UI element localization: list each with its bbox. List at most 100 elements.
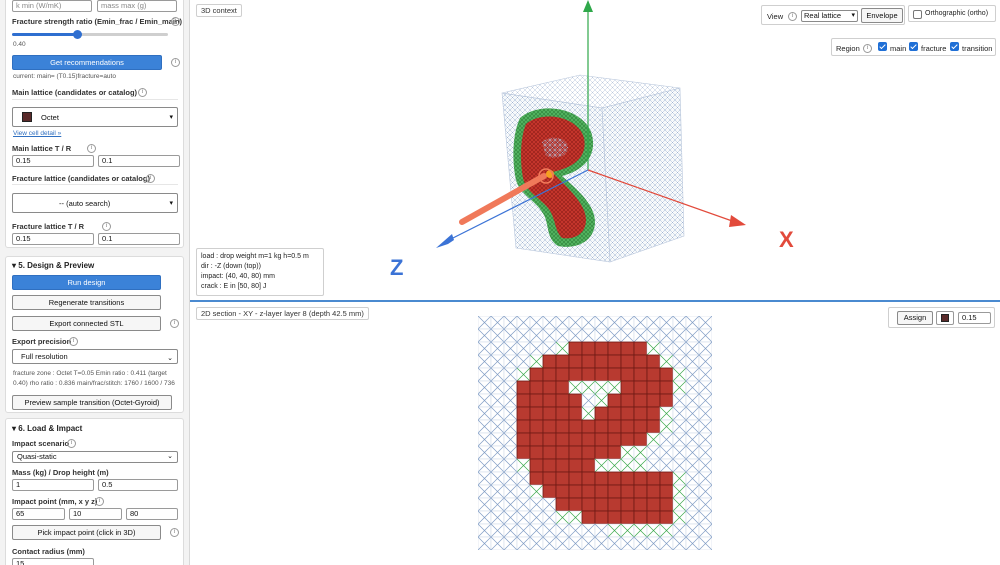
cell-fracture[interactable]	[594, 341, 609, 356]
cell-main[interactable]	[516, 328, 531, 343]
cell-fracture[interactable]	[607, 510, 622, 525]
cell-fracture[interactable]	[607, 484, 622, 499]
cell-fracture[interactable]	[607, 419, 622, 434]
cell-main[interactable]	[685, 328, 700, 343]
info-icon[interactable]: i	[171, 58, 180, 67]
cell-fracture[interactable]	[568, 497, 583, 512]
cell-main[interactable]	[607, 328, 622, 343]
cell-fracture[interactable]	[607, 341, 622, 356]
cell-main[interactable]	[620, 328, 635, 343]
cell-fracture[interactable]	[594, 354, 609, 369]
cell-main[interactable]	[698, 471, 712, 486]
cell-fracture[interactable]	[516, 406, 531, 421]
cell-fracture[interactable]	[594, 406, 609, 421]
cell-main[interactable]	[529, 316, 544, 330]
drop-height-input[interactable]: 0.5	[98, 479, 178, 491]
cell-fracture[interactable]	[555, 380, 570, 395]
cell-fracture[interactable]	[594, 419, 609, 434]
cell-fracture[interactable]	[568, 445, 583, 460]
region-fracture-checkbox[interactable]	[909, 42, 918, 51]
cell-fracture[interactable]	[620, 510, 635, 525]
cell-fracture[interactable]	[607, 497, 622, 512]
cell-main[interactable]	[646, 445, 661, 460]
cell-main[interactable]	[672, 406, 687, 421]
info-icon[interactable]: i	[87, 144, 96, 153]
cell-fracture[interactable]	[529, 367, 544, 382]
impact-scenario-select[interactable]: Quasi-static ⌄	[12, 451, 178, 463]
cell-transition[interactable]	[568, 510, 583, 525]
cell-fracture[interactable]	[659, 380, 674, 395]
cell-main[interactable]	[529, 536, 544, 550]
cell-main[interactable]	[698, 367, 712, 382]
cell-fracture[interactable]	[555, 458, 570, 473]
cell-fracture[interactable]	[555, 406, 570, 421]
cell-main[interactable]	[503, 471, 518, 486]
cell-main[interactable]	[672, 523, 687, 538]
cell-main[interactable]	[478, 432, 492, 447]
cell-fracture[interactable]	[529, 432, 544, 447]
cell-main[interactable]	[672, 341, 687, 356]
cell-fracture[interactable]	[516, 432, 531, 447]
cell-fracture[interactable]	[581, 341, 596, 356]
cell-main[interactable]	[698, 341, 712, 356]
cell-fracture[interactable]	[646, 471, 661, 486]
info-icon[interactable]: i	[67, 439, 76, 448]
cell-fracture[interactable]	[594, 367, 609, 382]
view-cell-detail-link[interactable]: View cell detail »	[13, 130, 61, 137]
cell-main[interactable]	[620, 536, 635, 550]
view-mode-select[interactable]: Real lattice ▾	[801, 10, 858, 22]
cell-main[interactable]	[555, 523, 570, 538]
cell-main[interactable]	[529, 510, 544, 525]
cell-main[interactable]	[503, 497, 518, 512]
cell-fracture[interactable]	[633, 510, 648, 525]
cell-main[interactable]	[516, 471, 531, 486]
cell-fracture[interactable]	[620, 393, 635, 408]
cell-fracture[interactable]	[594, 432, 609, 447]
cell-main[interactable]	[478, 536, 492, 550]
cell-transition[interactable]	[672, 471, 687, 486]
cell-main[interactable]	[685, 393, 700, 408]
cell-fracture[interactable]	[555, 432, 570, 447]
cell-transition[interactable]	[594, 380, 609, 395]
cell-main[interactable]	[516, 354, 531, 369]
cell-main[interactable]	[516, 510, 531, 525]
cell-main[interactable]	[698, 484, 712, 499]
mass-max-input[interactable]: mass max (g)	[97, 0, 177, 12]
cell-main[interactable]	[503, 316, 518, 330]
cell-main[interactable]	[685, 419, 700, 434]
cell-transition[interactable]	[659, 523, 674, 538]
cell-main[interactable]	[503, 458, 518, 473]
cell-main[interactable]	[503, 419, 518, 434]
cell-main[interactable]	[568, 316, 583, 330]
cell-fracture[interactable]	[568, 406, 583, 421]
impact-z-input[interactable]: 80	[126, 508, 178, 520]
cell-fracture[interactable]	[581, 445, 596, 460]
cell-fracture[interactable]	[516, 393, 531, 408]
cell-main[interactable]	[685, 497, 700, 512]
cell-main[interactable]	[581, 316, 596, 330]
cell-fracture[interactable]	[646, 380, 661, 395]
cell-main[interactable]	[503, 328, 518, 343]
cell-fracture[interactable]	[659, 471, 674, 486]
cell-transition[interactable]	[672, 367, 687, 382]
cell-fracture[interactable]	[555, 354, 570, 369]
cell-main[interactable]	[503, 523, 518, 538]
cell-main[interactable]	[490, 393, 505, 408]
cell-main[interactable]	[698, 497, 712, 512]
cell-main[interactable]	[490, 354, 505, 369]
cell-main[interactable]	[685, 523, 700, 538]
cell-main[interactable]	[478, 445, 492, 460]
export-precision-select[interactable]: Full resolution ⌄	[12, 349, 178, 364]
cell-fracture[interactable]	[633, 341, 648, 356]
cell-main[interactable]	[659, 316, 674, 330]
cell-transition[interactable]	[555, 341, 570, 356]
cell-fracture[interactable]	[607, 445, 622, 460]
cell-main[interactable]	[581, 536, 596, 550]
cell-fracture[interactable]	[620, 341, 635, 356]
cell-main[interactable]	[659, 536, 674, 550]
cell-fracture[interactable]	[633, 497, 648, 512]
cell-fracture[interactable]	[581, 419, 596, 434]
cell-main[interactable]	[659, 445, 674, 460]
cell-fracture[interactable]	[529, 458, 544, 473]
export-stl-button[interactable]: Export connected STL	[12, 316, 161, 331]
